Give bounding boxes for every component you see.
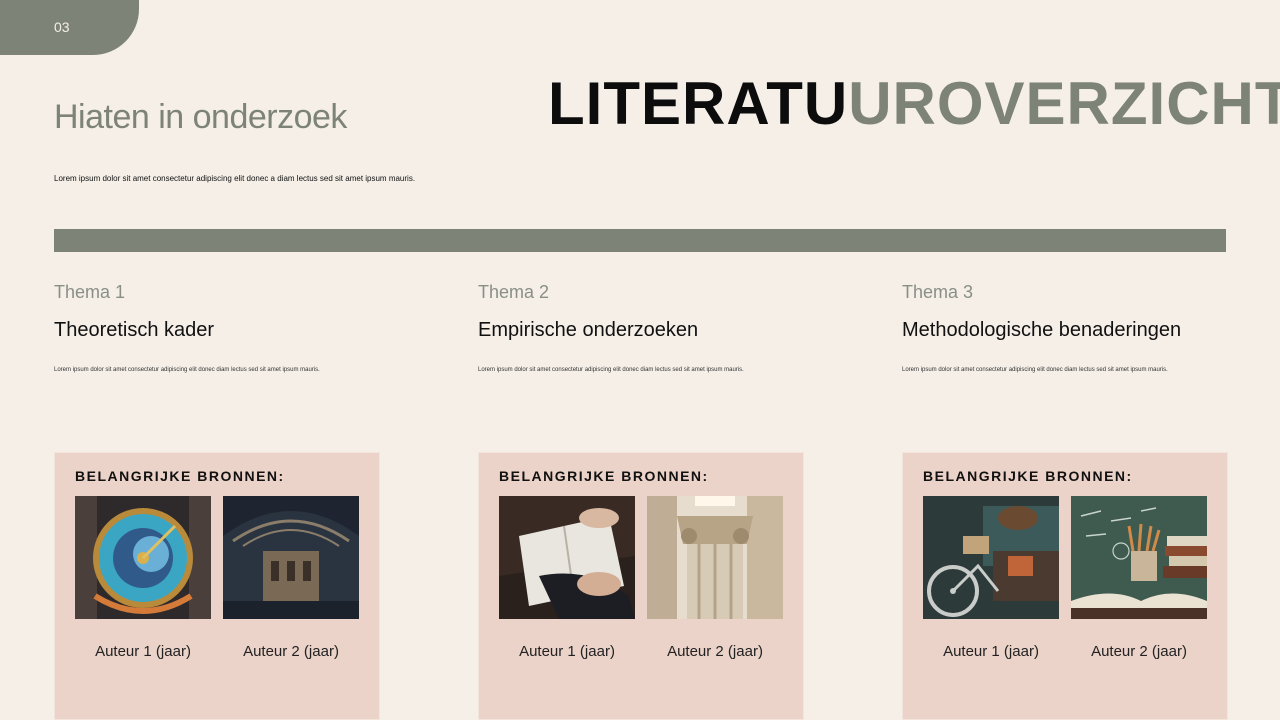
author-name: Auteur 2 (jaar)	[1091, 643, 1187, 660]
theme-heading: Methodologische benaderingen	[902, 319, 1182, 341]
theme-label: Thema 2	[478, 282, 550, 302]
theme-label: Thema 1	[54, 282, 126, 302]
sources-card-1: BELANGRIJKE BRONNEN: Auteur 1 (jaar) Aut…	[54, 452, 380, 720]
theme-label: Thema 3	[902, 282, 974, 302]
theme-description: Lorem ipsum dolor sit amet consectetur a…	[54, 367, 320, 373]
reading-book-image	[499, 496, 635, 619]
author-name: Auteur 1 (jaar)	[519, 643, 615, 660]
column-capital-image	[647, 496, 783, 619]
author-name: Auteur 2 (jaar)	[243, 643, 339, 660]
bicycle-desk-image	[923, 496, 1059, 619]
museum-hall-image	[223, 496, 359, 619]
page-title: LITERATUUROVERZICHT	[548, 70, 1280, 138]
sources-title: BELANGRIJKE BRONNEN:	[75, 468, 285, 484]
page-subtitle: Hiaten in onderzoek	[54, 98, 347, 136]
author-name: Auteur 1 (jaar)	[943, 643, 1039, 660]
theme-description: Lorem ipsum dolor sit amet consectetur a…	[902, 367, 1168, 373]
sources-title: BELANGRIJKE BRONNEN:	[923, 468, 1133, 484]
theme-column-1: Thema 1 Theoretisch kader Lorem ipsum do…	[54, 282, 384, 373]
sources-card-2: BELANGRIJKE BRONNEN: Auteur 1 (jaar) Aut…	[478, 452, 804, 720]
author-name: Auteur 1 (jaar)	[95, 643, 191, 660]
sources-title: BELANGRIJKE BRONNEN:	[499, 468, 709, 484]
theme-column-3: Thema 3 Methodologische benaderingen Lor…	[902, 282, 1232, 373]
sources-card-3: BELANGRIJKE BRONNEN: Auteur 1 (jaar) Aut…	[902, 452, 1228, 720]
theme-column-2: Thema 2 Empirische onderzoeken Lorem ips…	[478, 282, 808, 373]
page-title-dark: LITERATU	[548, 70, 849, 137]
intro-text: Lorem ipsum dolor sit amet consectetur a…	[54, 174, 416, 183]
astronomical-clock-image	[75, 496, 211, 619]
theme-heading: Empirische onderzoeken	[478, 319, 699, 341]
page-title-muted: UROVERZICHT	[848, 70, 1280, 137]
theme-heading: Theoretisch kader	[54, 319, 215, 341]
chalkboard-books-image	[1071, 496, 1207, 619]
section-divider	[54, 229, 1226, 252]
author-name: Auteur 2 (jaar)	[667, 643, 763, 660]
slide-number-tab: 03	[0, 0, 139, 55]
theme-description: Lorem ipsum dolor sit amet consectetur a…	[478, 367, 744, 373]
slide-number: 03	[54, 19, 70, 35]
